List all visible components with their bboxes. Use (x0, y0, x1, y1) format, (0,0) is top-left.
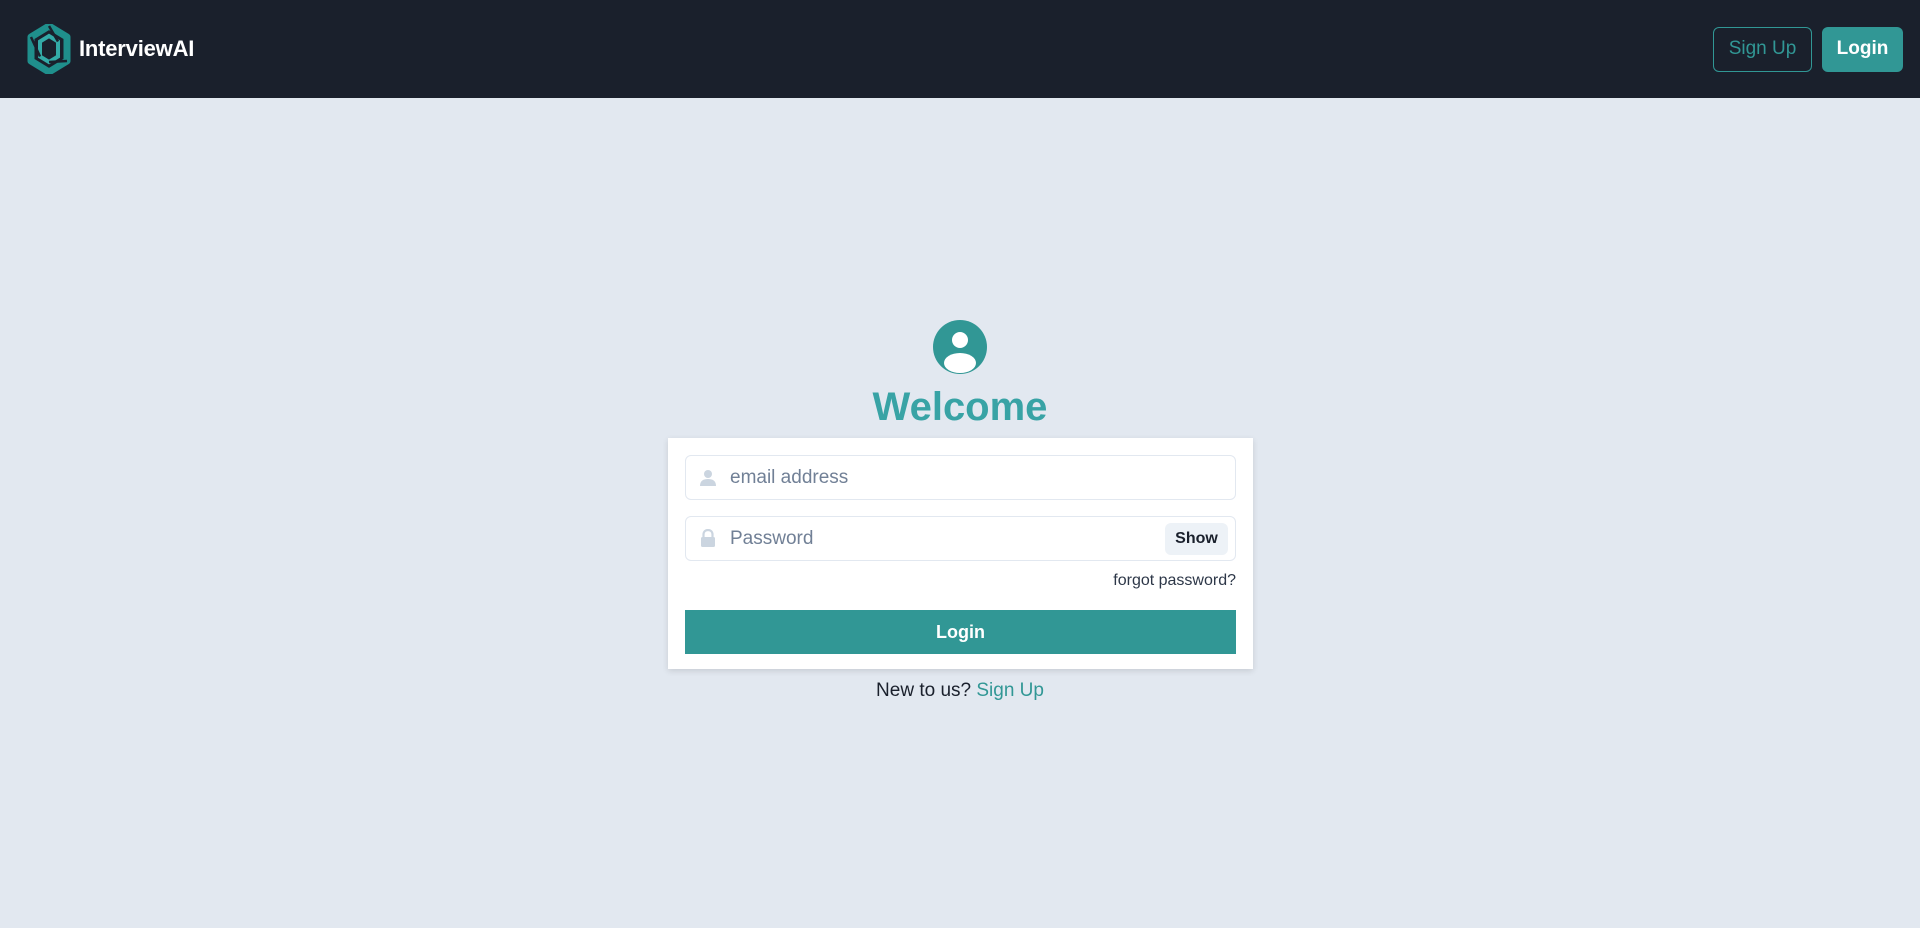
signup-link[interactable]: Sign Up (976, 680, 1044, 701)
header-signup-button[interactable]: Sign Up (1713, 26, 1812, 72)
hexagon-logo-icon (27, 24, 71, 74)
password-field: Show (685, 516, 1236, 561)
lock-icon (686, 517, 730, 560)
top-navbar: InterviewAI Sign Up Login (0, 0, 1920, 98)
signup-prompt-text: New to us? (876, 680, 972, 701)
forgot-row: forgot password? (685, 572, 1236, 592)
login-form: Show forgot password? Login (668, 438, 1253, 669)
email-field (685, 455, 1236, 500)
user-circle-icon (933, 320, 987, 374)
brand-name: InterviewAI (79, 36, 195, 61)
password-input[interactable] (730, 517, 1165, 560)
email-input[interactable] (730, 456, 1235, 499)
brand[interactable]: InterviewAI (27, 24, 194, 74)
header-login-button[interactable]: Login (1822, 26, 1903, 72)
signup-prompt-row: New to us? Sign Up (0, 680, 1920, 702)
user-icon (686, 456, 730, 499)
welcome-title: Welcome (872, 385, 1048, 429)
show-password-button[interactable]: Show (1165, 522, 1228, 555)
login-submit-button[interactable]: Login (685, 610, 1236, 654)
forgot-password-link[interactable]: forgot password? (1113, 572, 1236, 589)
nav-actions: Sign Up Login (1713, 26, 1903, 72)
